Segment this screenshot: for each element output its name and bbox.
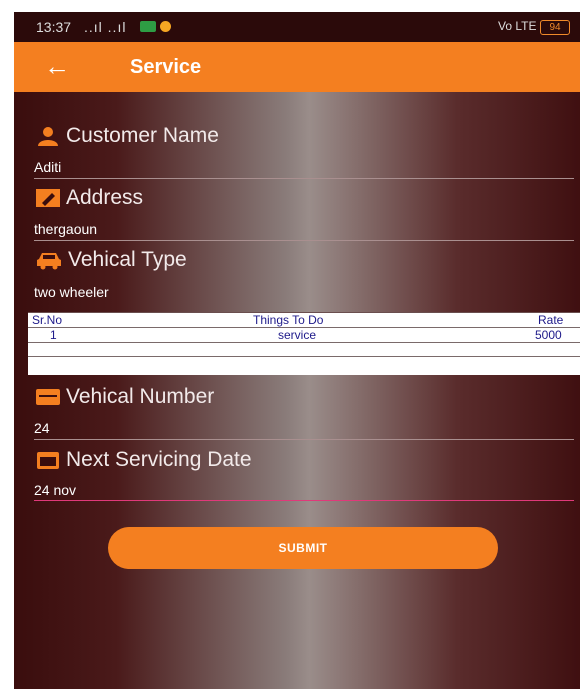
- battery-icon: 94: [540, 20, 570, 35]
- edit-icon: [36, 189, 60, 207]
- next-date-label: Next Servicing Date: [36, 448, 252, 472]
- phone-screen: 13:37 ..ıl ..ıl Vo LTE 94 ← Service Cust…: [14, 12, 580, 689]
- arrow-left-icon[interactable]: ←: [44, 52, 70, 80]
- table-empty-row: [28, 343, 580, 357]
- next-date-label-text: Next Servicing Date: [66, 448, 252, 471]
- app-bar: ← Service: [14, 42, 580, 92]
- table-row[interactable]: 1 service 5000: [28, 328, 580, 343]
- table-cell-srno: 1: [50, 328, 57, 342]
- address-label: Address: [36, 186, 143, 210]
- address-field[interactable]: thergaoun: [34, 221, 97, 237]
- next-date-field[interactable]: 24 nov: [34, 482, 76, 498]
- status-time: 13:37: [36, 19, 72, 35]
- customer-name-label: Customer Name: [36, 124, 219, 148]
- table-header-rate: Rate: [538, 313, 564, 327]
- car-icon: [37, 253, 61, 270]
- vehicle-type-field[interactable]: two wheeler: [34, 284, 109, 300]
- address-underline: [34, 240, 574, 241]
- table-header-srno: Sr.No: [32, 313, 63, 327]
- vehicle-type-label: Vehical Type: [36, 248, 187, 272]
- signal-icon: ..ıl ..ıl: [84, 19, 127, 35]
- customer-name-label-text: Customer Name: [66, 124, 219, 147]
- services-table: Sr.No Things To Do Rate 1 service 5000: [28, 312, 580, 375]
- calendar-icon: [37, 452, 59, 469]
- table-cell-things: service: [278, 328, 317, 342]
- notification-badge-green: [140, 21, 156, 32]
- vehicle-type-label-text: Vehical Type: [68, 248, 187, 271]
- volte-icon: Vo LTE: [498, 19, 537, 33]
- next-date-underline: [34, 500, 574, 501]
- table-header-row: Sr.No Things To Do Rate: [28, 313, 580, 328]
- page-title: Service: [130, 56, 202, 78]
- vehicle-number-label: Vehical Number: [36, 385, 214, 409]
- table-header-things: Things To Do: [253, 313, 324, 327]
- plate-icon: [36, 389, 60, 405]
- customer-name-field[interactable]: Aditi: [34, 159, 61, 175]
- notification-badge-orange: [160, 21, 171, 32]
- customer-name-underline: [34, 178, 574, 179]
- vehicle-number-label-text: Vehical Number: [66, 385, 215, 408]
- vehicle-number-underline: [34, 439, 574, 440]
- person-icon: [38, 127, 58, 146]
- submit-button[interactable]: SUBMIT: [108, 527, 498, 569]
- table-cell-rate: 5000: [535, 328, 562, 342]
- address-label-text: Address: [66, 186, 144, 209]
- vehicle-number-field[interactable]: 24: [34, 420, 50, 436]
- status-bar: 13:37 ..ıl ..ıl Vo LTE 94: [14, 12, 580, 42]
